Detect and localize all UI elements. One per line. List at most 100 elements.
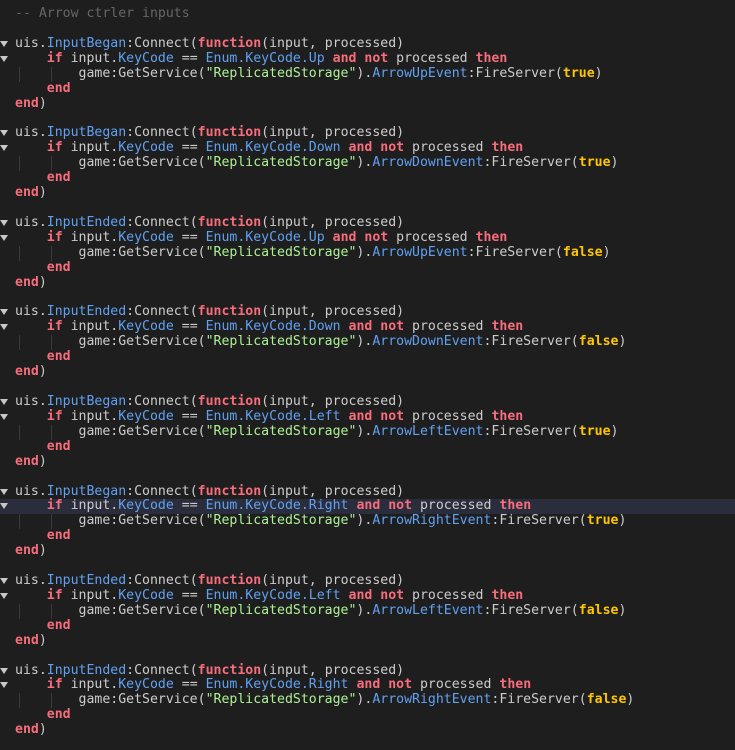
keyword-token: if <box>46 587 63 603</box>
fold-arrow-icon[interactable] <box>0 324 8 331</box>
code-text: ) <box>602 244 611 260</box>
code-line[interactable] <box>0 470 735 485</box>
keyword-token: end <box>46 528 71 544</box>
code-line[interactable]: uis.InputBegan:Connect(function(input, p… <box>0 35 735 52</box>
code-line[interactable]: end <box>0 170 735 186</box>
property-token: InputEnded <box>46 304 127 320</box>
code-line[interactable]: end <box>0 707 735 723</box>
fold-arrow-icon[interactable] <box>0 682 8 689</box>
code-line[interactable]: end) <box>0 543 735 559</box>
code-line[interactable]: game:GetService("ReplicatedStorage").Arr… <box>0 692 735 709</box>
code-line[interactable]: if input.KeyCode == Enum.KeyCode.Up and … <box>0 50 735 67</box>
indent-guide <box>51 514 52 530</box>
code-line[interactable]: end) <box>0 95 735 112</box>
indent-guide <box>51 66 52 82</box>
fold-arrow-icon[interactable] <box>0 234 8 241</box>
code-line[interactable] <box>0 649 735 664</box>
code-editor[interactable]: -- Arrow ctrler inputs uis.InputBegan:Con… <box>0 6 735 738</box>
fold-arrow-icon[interactable] <box>0 578 8 585</box>
code-line[interactable]: end <box>0 439 735 455</box>
code-line[interactable]: game:GetService("ReplicatedStorage").Arr… <box>0 334 735 351</box>
code-text: == <box>173 140 206 156</box>
code-line[interactable]: uis.InputEnded:Connect(function(input, p… <box>0 573 735 589</box>
code-line[interactable]: end <box>0 81 735 97</box>
fold-arrow-icon[interactable] <box>0 592 8 599</box>
fold-arrow-icon[interactable] <box>0 309 8 316</box>
code-line[interactable] <box>0 380 735 395</box>
code-line[interactable]: if input.KeyCode == Enum.KeyCode.Down an… <box>0 319 735 335</box>
keyword-token: function <box>197 35 262 51</box>
code-text: game:GetService( <box>15 65 206 81</box>
code-text: ). <box>356 155 373 171</box>
code-line[interactable]: end) <box>0 185 735 201</box>
property-token: InputBegan <box>46 125 127 141</box>
code-line[interactable]: if input.KeyCode == Enum.KeyCode.Up and … <box>0 230 735 246</box>
code-line[interactable]: end <box>0 349 735 365</box>
code-line[interactable]: -- Arrow ctrler inputs <box>0 6 735 22</box>
code-line[interactable]: end) <box>0 632 735 649</box>
code-line[interactable]: end <box>0 260 735 276</box>
code-line[interactable]: game:GetService("ReplicatedStorage").Arr… <box>0 65 735 82</box>
string-token: "ReplicatedStorage" <box>205 692 357 708</box>
code-line[interactable]: game:GetService("ReplicatedStorage").Arr… <box>0 155 735 172</box>
code-line[interactable] <box>0 22 735 37</box>
property-token: InputBegan <box>46 483 127 499</box>
keyword-token: end <box>15 632 39 648</box>
code-line[interactable]: game:GetService("ReplicatedStorage").Arr… <box>0 424 735 440</box>
code-line[interactable]: if input.KeyCode == Enum.KeyCode.Down an… <box>0 140 735 156</box>
code-line[interactable]: end) <box>0 364 735 380</box>
fold-arrow-icon[interactable] <box>0 219 8 226</box>
code-line[interactable]: game:GetService("ReplicatedStorage").Arr… <box>0 602 735 619</box>
code-text: == <box>173 50 206 66</box>
indent-guide <box>51 335 52 351</box>
code-text: game:GetService( <box>15 602 206 618</box>
fold-arrow-icon[interactable] <box>0 488 8 495</box>
code-line[interactable]: end) <box>0 275 735 291</box>
code-text: :FireServer( <box>491 692 587 708</box>
fold-arrow-icon[interactable] <box>0 55 8 62</box>
code-text: :FireServer( <box>467 65 563 81</box>
code-line[interactable] <box>0 201 735 216</box>
fold-arrow-icon[interactable] <box>0 130 8 137</box>
keyword-token: end <box>15 722 39 738</box>
code-line[interactable]: if input.KeyCode == Enum.KeyCode.Right a… <box>0 678 735 693</box>
code-line[interactable]: end) <box>0 722 735 738</box>
code-line[interactable]: game:GetService("ReplicatedStorage").Arr… <box>0 513 735 530</box>
fold-arrow-icon[interactable] <box>0 40 8 47</box>
code-line[interactable]: end <box>0 618 735 634</box>
code-line[interactable]: if input.KeyCode == Enum.KeyCode.Left an… <box>0 409 735 425</box>
code-line[interactable]: end) <box>0 453 735 470</box>
fold-arrow-icon[interactable] <box>0 667 8 674</box>
code-line[interactable]: end <box>0 528 735 544</box>
code-line[interactable]: uis.InputBegan:Connect(function(input, p… <box>0 394 735 410</box>
code-text: :FireServer( <box>483 602 579 618</box>
code-line[interactable]: if input.KeyCode == Enum.KeyCode.Left an… <box>0 587 735 604</box>
indent-guide <box>19 603 20 619</box>
code-line[interactable]: if input.KeyCode == Enum.KeyCode.Right a… <box>0 498 735 515</box>
keyword-token: end <box>15 453 39 469</box>
code-text: ) <box>618 602 627 618</box>
fold-arrow-icon[interactable] <box>0 503 8 510</box>
indent-guide <box>51 693 52 709</box>
code-text: ) <box>38 95 47 111</box>
boolean-token: true <box>586 513 619 529</box>
fold-arrow-icon[interactable] <box>0 398 8 405</box>
code-text: game:GetService( <box>15 155 206 171</box>
code-text: processed <box>404 140 492 156</box>
keyword-token: if <box>46 50 63 66</box>
code-line[interactable]: game:GetService("ReplicatedStorage").Arr… <box>0 244 735 261</box>
code-line[interactable]: uis.InputEnded:Connect(function(input, p… <box>0 214 735 231</box>
property-token: InputEnded <box>46 214 127 230</box>
property-token: ArrowDownEvent <box>372 155 484 171</box>
fold-arrow-icon[interactable] <box>0 145 8 152</box>
property-token: Enum.KeyCode.Up <box>205 50 325 66</box>
boolean-token: false <box>586 692 627 708</box>
code-line[interactable] <box>0 559 735 574</box>
code-text: processed <box>404 587 492 603</box>
fold-arrow-icon[interactable] <box>0 413 8 420</box>
